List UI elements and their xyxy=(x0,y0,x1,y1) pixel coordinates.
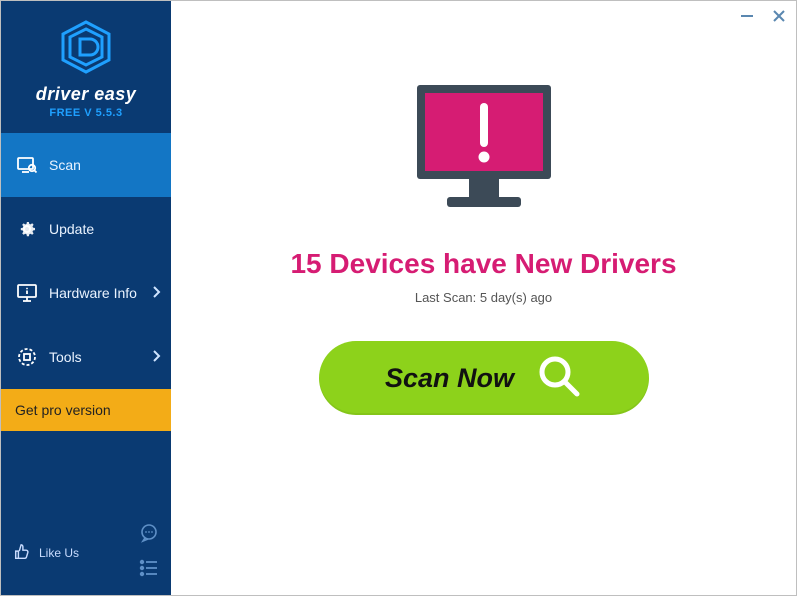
close-button[interactable] xyxy=(770,7,788,25)
gear-icon xyxy=(15,219,39,239)
brand-version: FREE V 5.5.3 xyxy=(1,107,171,119)
magnifier-icon xyxy=(536,353,582,404)
monitor-info-icon xyxy=(15,283,39,303)
tools-icon xyxy=(15,347,39,367)
minimize-button[interactable] xyxy=(738,7,756,25)
sidebar-item-scan[interactable]: Scan xyxy=(1,133,171,197)
sidebar: driver easy FREE V 5.5.3 Scan xyxy=(1,1,171,595)
sidebar-spacer xyxy=(1,431,171,513)
logo-block: driver easy FREE V 5.5.3 xyxy=(1,1,171,133)
app-window: driver easy FREE V 5.5.3 Scan xyxy=(0,0,797,596)
sidebar-item-label: Update xyxy=(49,221,94,237)
like-us-button[interactable]: Like Us xyxy=(13,543,79,564)
sidebar-item-hardware-info[interactable]: Hardware Info xyxy=(1,261,171,325)
sidebar-item-label: Scan xyxy=(49,157,81,173)
sidebar-item-update[interactable]: Update xyxy=(1,197,171,261)
chevron-right-icon xyxy=(153,285,161,301)
footer-icons xyxy=(139,523,159,583)
scan-icon xyxy=(15,155,39,175)
status-monitor-icon xyxy=(399,79,569,224)
scan-now-button[interactable]: Scan Now xyxy=(319,341,649,415)
sidebar-item-label: Hardware Info xyxy=(49,285,137,301)
main-panel: 15 Devices have New Drivers Last Scan: 5… xyxy=(171,1,796,595)
thumbs-up-icon xyxy=(13,543,31,564)
feedback-icon[interactable] xyxy=(139,523,159,548)
scan-result-headline: 15 Devices have New Drivers xyxy=(290,248,676,280)
sidebar-footer: Like Us xyxy=(1,513,171,595)
chevron-right-icon xyxy=(153,349,161,365)
like-us-label: Like Us xyxy=(39,546,79,560)
window-controls xyxy=(738,7,788,25)
get-pro-label: Get pro version xyxy=(15,402,111,418)
last-scan-text: Last Scan: 5 day(s) ago xyxy=(415,290,552,305)
get-pro-button[interactable]: Get pro version xyxy=(1,389,171,431)
settings-list-icon[interactable] xyxy=(139,558,159,583)
sidebar-item-tools[interactable]: Tools xyxy=(1,325,171,389)
scan-now-label: Scan Now xyxy=(385,363,514,394)
sidebar-item-label: Tools xyxy=(49,349,82,365)
sidebar-nav: Scan Update xyxy=(1,133,171,431)
brand-logo-icon xyxy=(58,62,114,79)
brand-name: driver easy xyxy=(1,84,171,105)
